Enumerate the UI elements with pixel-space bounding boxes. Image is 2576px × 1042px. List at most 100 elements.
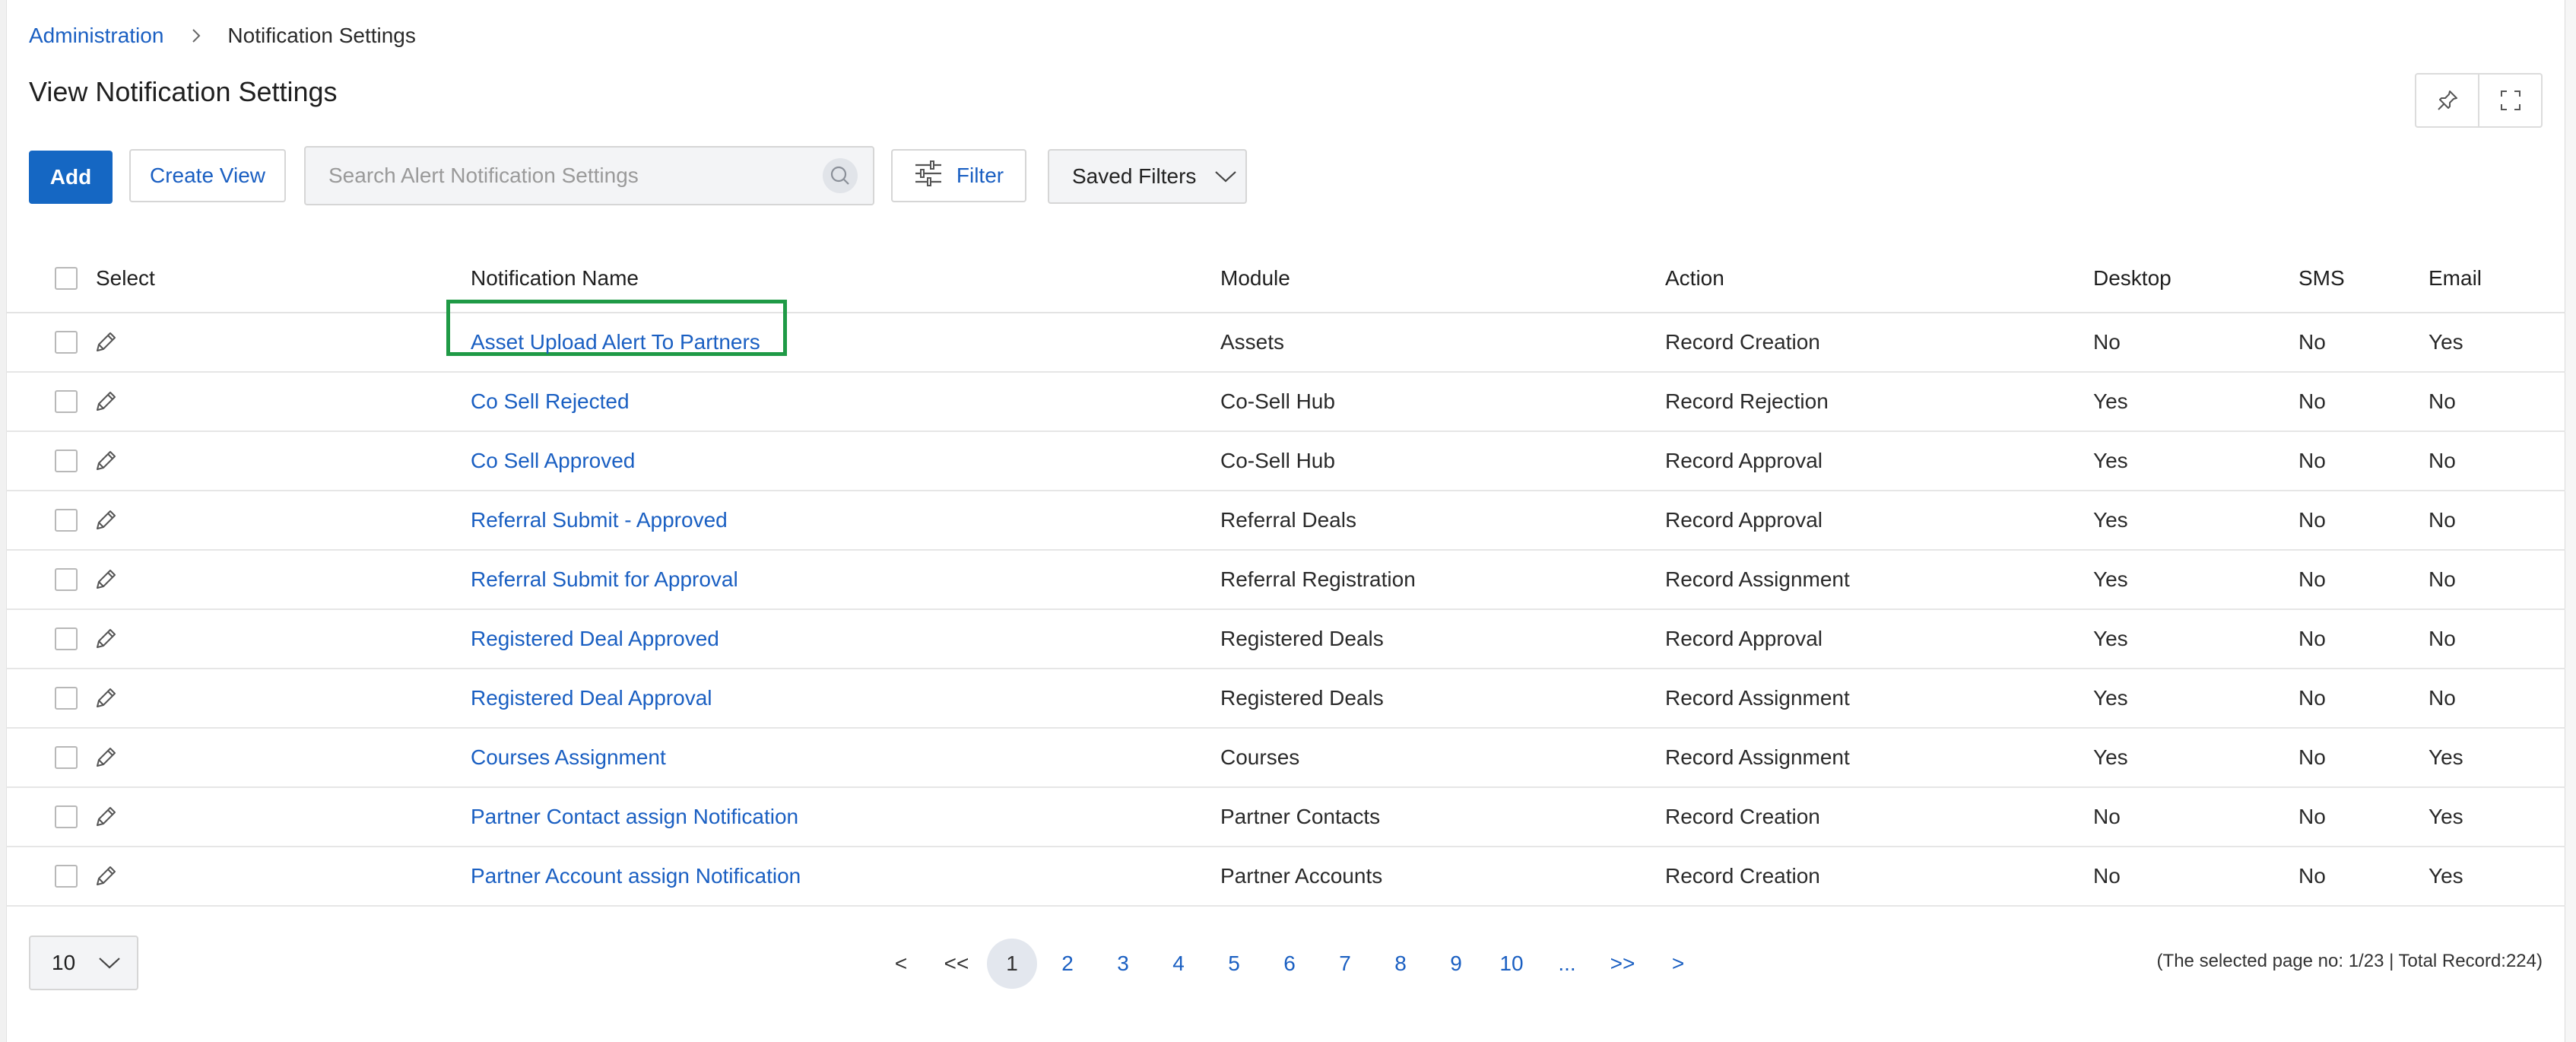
row-checkbox[interactable] (55, 865, 78, 888)
desktop-cell: Yes (2093, 669, 2298, 729)
action-cell: Record Approval (1665, 609, 2093, 669)
notification-name-link[interactable]: Courses Assignment (471, 745, 666, 769)
table-row: Co Sell Rejected Co-Sell Hub Record Reject… (6, 372, 2565, 432)
page-number-button[interactable]: 9 (1431, 939, 1481, 989)
row-checkbox[interactable] (55, 390, 78, 413)
filter-sliders-icon (914, 160, 943, 192)
row-checkbox[interactable] (55, 805, 78, 828)
edit-pencil-icon[interactable] (93, 804, 119, 830)
breadcrumb: Administration Notification Settings (29, 20, 416, 52)
desktop-cell: Yes (2093, 550, 2298, 610)
row-checkbox[interactable] (55, 627, 78, 650)
header-action[interactable]: Action (1665, 245, 2093, 313)
saved-filters-dropdown[interactable]: Saved Filters (1048, 149, 1247, 204)
notification-name-link[interactable]: Asset Upload Alert To Partners (471, 330, 760, 354)
action-cell: Record Approval (1665, 491, 2093, 551)
chevron-right-icon (188, 27, 205, 44)
notification-name-link[interactable]: Partner Contact assign Notification (471, 805, 798, 828)
page-title: View Notification Settings (29, 76, 338, 107)
notification-name-link[interactable]: Registered Deal Approval (471, 686, 712, 710)
more-pages-ellipsis[interactable]: ... (1542, 939, 1592, 989)
prev-page-button[interactable]: < (876, 939, 926, 989)
page-number-button[interactable]: 1 (987, 939, 1037, 989)
notification-name-link[interactable]: Partner Account assign Notification (471, 864, 801, 888)
row-checkbox[interactable] (55, 568, 78, 591)
sms-cell: No (2298, 609, 2428, 669)
desktop-cell: Yes (2093, 728, 2298, 788)
edit-pencil-icon[interactable] (93, 389, 119, 415)
row-checkbox[interactable] (55, 331, 78, 354)
row-checkbox[interactable] (55, 450, 78, 472)
module-cell: Courses (1220, 728, 1665, 788)
module-cell: Co-Sell Hub (1220, 431, 1665, 491)
page-number-button[interactable]: 5 (1209, 939, 1259, 989)
notification-name-link[interactable]: Referral Submit for Approval (471, 567, 738, 591)
row-checkbox[interactable] (55, 746, 78, 769)
module-cell: Registered Deals (1220, 609, 1665, 669)
view-tools (2415, 73, 2543, 128)
add-button[interactable]: Add (29, 151, 113, 204)
notification-name-link[interactable]: Co Sell Rejected (471, 389, 630, 413)
edit-pencil-icon[interactable] (93, 863, 119, 889)
action-cell: Record Creation (1665, 787, 2093, 847)
header-email[interactable]: Email (2428, 245, 2565, 313)
page-number-button[interactable]: 3 (1098, 939, 1148, 989)
table-row: Referral Submit - Approved Referral Deals… (6, 491, 2565, 551)
page-info: (The selected page no: 1/23 | Total Reco… (2156, 951, 2543, 971)
pin-icon[interactable] (2416, 75, 2478, 126)
notification-name-link[interactable]: Registered Deal Approved (471, 627, 719, 650)
first-page-button[interactable]: << (931, 939, 982, 989)
table-row: Partner Account assign Notification Partn… (6, 847, 2565, 907)
breadcrumb-administration-link[interactable]: Administration (29, 24, 163, 48)
fullscreen-icon[interactable] (2478, 75, 2541, 126)
page-number-button[interactable]: 4 (1153, 939, 1204, 989)
next-block-button[interactable]: >> (1597, 939, 1648, 989)
table-row: Co Sell Approved Co-Sell Hub Record Approv… (6, 431, 2565, 491)
search-input[interactable] (306, 163, 817, 189)
email-cell: No (2428, 669, 2565, 729)
page-size-select[interactable]: 10 (29, 936, 138, 990)
table-row: Partner Contact assign Notification Partn… (6, 787, 2565, 847)
header-notification-name[interactable]: Notification Name (471, 245, 1220, 313)
row-checkbox[interactable] (55, 509, 78, 532)
module-cell: Co-Sell Hub (1220, 372, 1665, 432)
notification-name-link[interactable]: Co Sell Approved (471, 449, 635, 472)
header-module[interactable]: Module (1220, 245, 1665, 313)
sms-cell: No (2298, 431, 2428, 491)
edit-pencil-icon[interactable] (93, 329, 119, 355)
module-cell: Assets (1220, 313, 1665, 373)
edit-pencil-icon[interactable] (93, 745, 119, 770)
page-number-button[interactable]: 2 (1042, 939, 1093, 989)
table-row: Referral Submit for Approval Referral Reg… (6, 550, 2565, 610)
edit-pencil-icon[interactable] (93, 626, 119, 652)
page-number-button[interactable]: 6 (1264, 939, 1315, 989)
edit-pencil-icon[interactable] (93, 685, 119, 711)
select-all-checkbox[interactable] (55, 267, 78, 290)
email-cell: No (2428, 550, 2565, 610)
filter-button[interactable]: Filter (891, 149, 1026, 202)
search-icon[interactable] (823, 158, 858, 193)
module-cell: Partner Contacts (1220, 787, 1665, 847)
header-desktop[interactable]: Desktop (2093, 245, 2298, 313)
create-view-button[interactable]: Create View (129, 149, 286, 202)
page-number-button[interactable]: 10 (1486, 939, 1537, 989)
desktop-cell: Yes (2093, 609, 2298, 669)
table-row: Courses Assignment Courses Record Assignme… (6, 728, 2565, 788)
next-page-button[interactable]: > (1653, 939, 1703, 989)
row-checkbox[interactable] (55, 687, 78, 710)
sms-cell: No (2298, 491, 2428, 551)
edit-pencil-icon[interactable] (93, 448, 119, 474)
edit-pencil-icon[interactable] (93, 567, 119, 592)
page-number-button[interactable]: 7 (1320, 939, 1370, 989)
email-cell: No (2428, 372, 2565, 432)
notification-name-link[interactable]: Referral Submit - Approved (471, 508, 728, 532)
sms-cell: No (2298, 847, 2428, 907)
sms-cell: No (2298, 550, 2428, 610)
page-number-button[interactable]: 8 (1375, 939, 1426, 989)
sms-cell: No (2298, 669, 2428, 729)
search-box (304, 146, 874, 205)
header-sms[interactable]: SMS (2298, 245, 2428, 313)
header-select: Select (96, 266, 155, 290)
edit-pencil-icon[interactable] (93, 507, 119, 533)
filter-label: Filter (956, 164, 1004, 187)
